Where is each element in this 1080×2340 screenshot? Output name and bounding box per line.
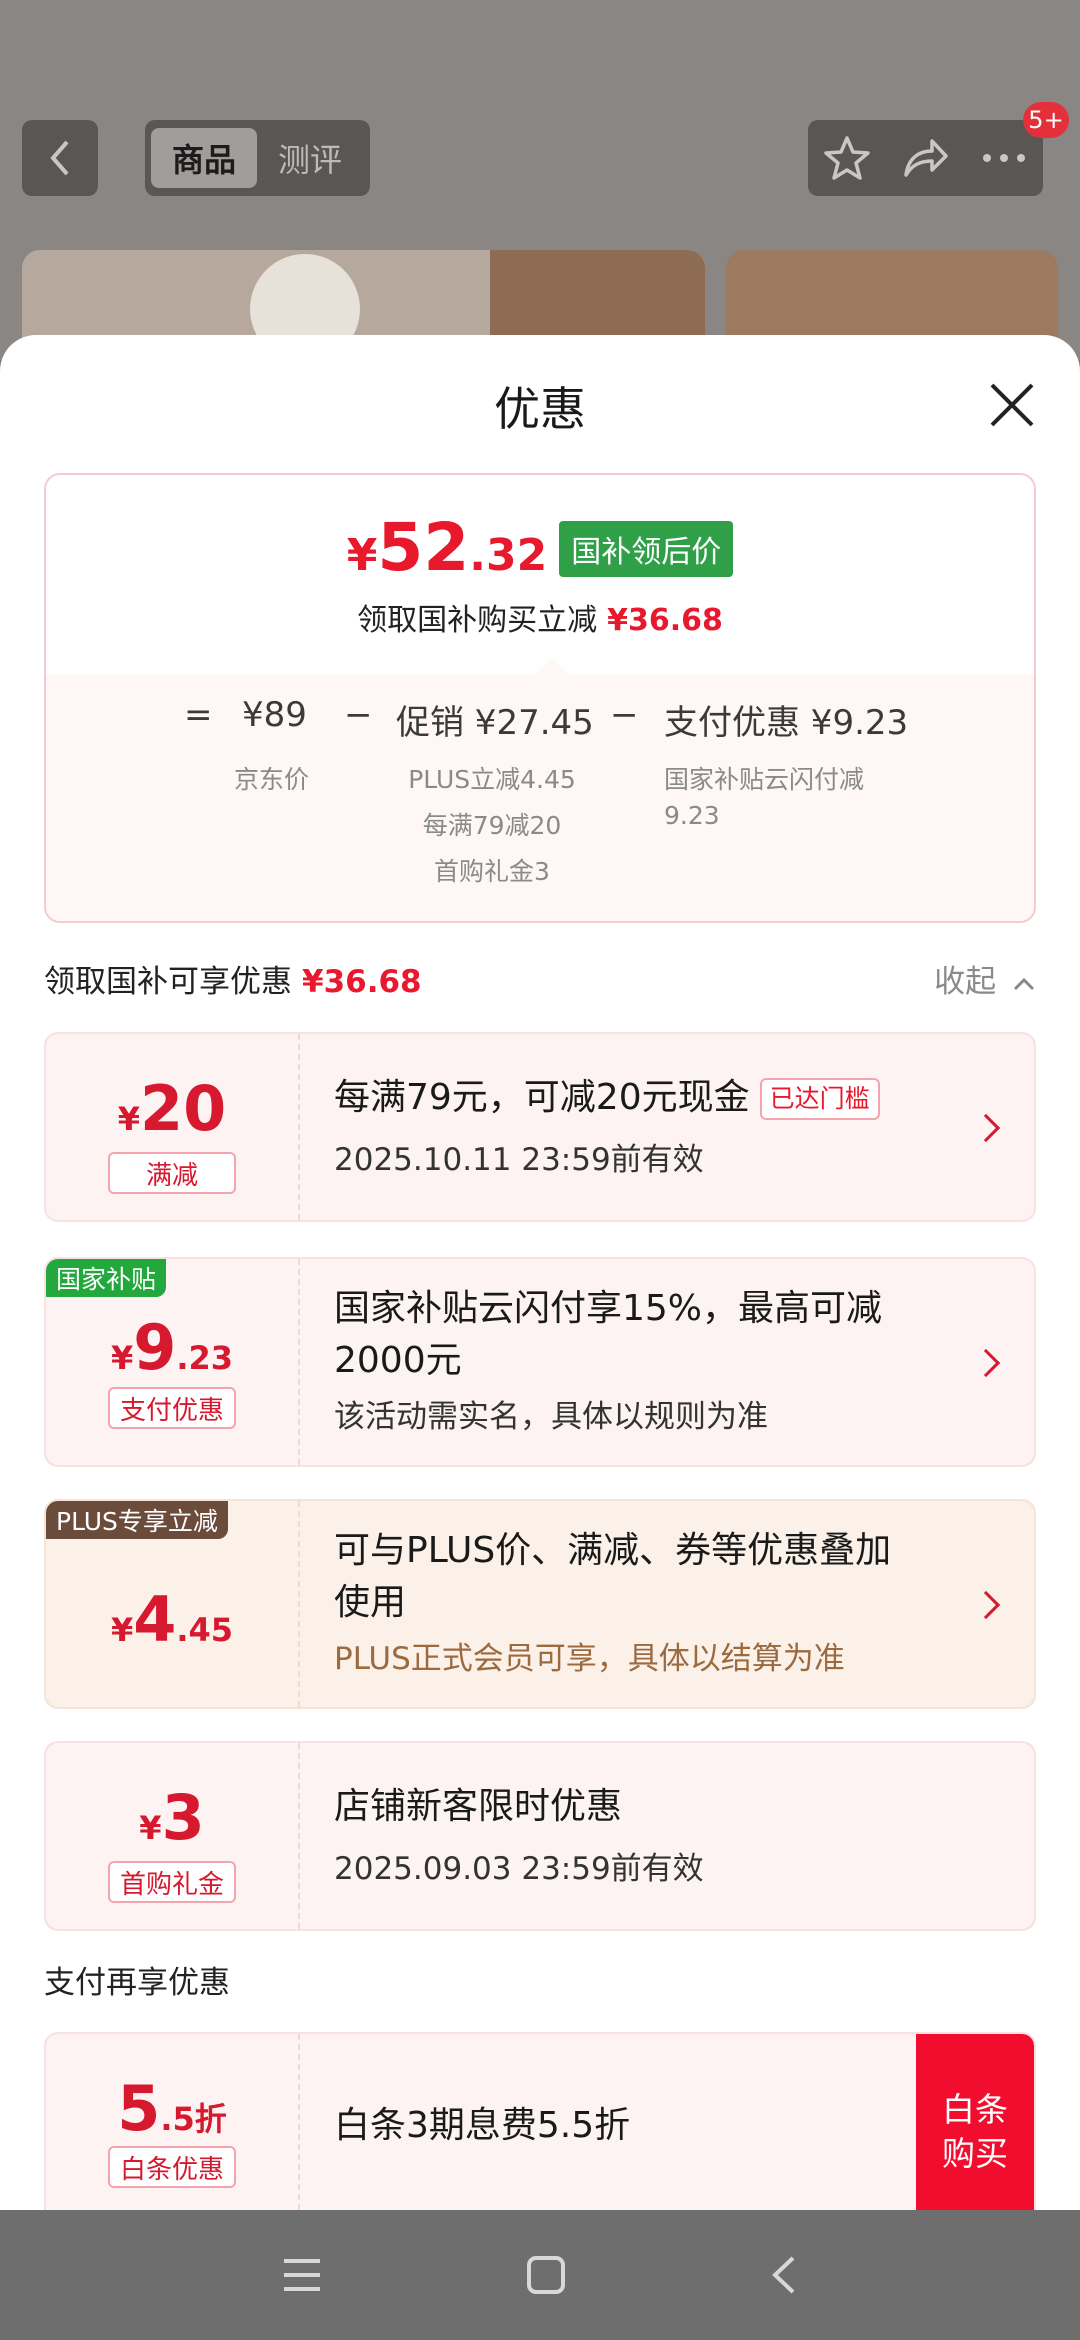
coupon-amount: ¥20: [117, 1072, 227, 1145]
more-icon[interactable]: [979, 148, 1029, 168]
subsidy-savings-line: 领取国补购买立减 ¥36.68: [357, 603, 723, 638]
back-button[interactable]: [22, 120, 98, 196]
subsidy-price-tag: 国补领后价: [559, 521, 734, 577]
national-subsidy-tag: 国家补贴: [46, 1259, 167, 1297]
coupon-title: 白条3期息费5.5折: [334, 2105, 631, 2146]
chevron-right-icon: [971, 1113, 1001, 1143]
coupon-card-national-subsidy[interactable]: 国家补贴 ¥9.23 支付优惠 国家补贴云闪付享15%，最高可减 2000元 该…: [44, 1257, 1036, 1467]
plus-exclusive-tag: PLUS专享立减: [46, 1501, 228, 1539]
coupon-expiry: 2025.09.03 23:59前有效: [334, 1851, 704, 1887]
coupon-note: PLUS正式会员可享，具体以结算为准: [334, 1641, 845, 1677]
coupon-type-tag: 白条优惠: [108, 2146, 236, 2188]
subsidy-section-title: 领取国补可享优惠 ¥36.68: [44, 964, 422, 1000]
message-badge: 5+: [1023, 102, 1069, 138]
coupon-title: 可与PLUS价、满减、券等优惠叠加 使用: [334, 1530, 892, 1623]
coupon-note: 该活动需实名，具体以规则为准: [334, 1399, 768, 1435]
payment-section-title: 支付再享优惠: [44, 1965, 230, 2001]
back-arrow-icon: [50, 140, 69, 176]
collapse-toggle[interactable]: 收起: [934, 956, 1036, 1001]
chevron-up-icon: [1013, 977, 1035, 991]
coupon-type-tag: 首购礼金: [108, 1861, 236, 1903]
coupon-card-baitiao[interactable]: 5.5折 白条优惠 白条3期息费5.5折 白条购买: [44, 2032, 1036, 2210]
star-icon[interactable]: [822, 133, 872, 183]
tab-product[interactable]: 商品: [151, 128, 257, 188]
coupon-amount: ¥3: [139, 1781, 205, 1854]
coupon-amount: ¥4.45: [110, 1583, 234, 1656]
chevron-right-icon: [971, 1590, 1001, 1620]
minus-sign: −: [610, 695, 639, 735]
coupon-title: 店铺新客限时优惠: [334, 1786, 623, 1827]
pay-discount-amount: 支付优惠 ¥9.23: [664, 703, 909, 743]
promo-amount: 促销 ¥27.45: [396, 703, 594, 743]
price-breakdown: = ¥89 − 促销 ¥27.45 − 支付优惠 ¥9.23 京东价 PLUS立…: [46, 658, 1034, 921]
menu-icon[interactable]: [281, 2257, 323, 2293]
promo-notes: PLUS立减4.45 每满79减20 首购礼金3: [408, 765, 576, 886]
coupon-card-first-purchase[interactable]: ¥3 首购礼金 店铺新客限时优惠 2025.09.03 23:59前有效: [44, 1741, 1036, 1931]
back-icon[interactable]: [769, 2254, 799, 2296]
price-summary-card: ¥52.32 国补领后价 领取国补购买立减 ¥36.68 = ¥89 − 促销 ¥…: [44, 473, 1036, 923]
close-icon[interactable]: [982, 375, 1042, 435]
share-icon[interactable]: [900, 133, 950, 183]
minus-sign: −: [344, 695, 373, 735]
final-price: ¥52.32: [346, 509, 548, 586]
system-nav-bar: [0, 2210, 1080, 2340]
coupon-amount: 5.5折: [117, 2072, 227, 2145]
coupon-expiry: 2025.10.11 23:59前有效: [334, 1142, 704, 1178]
coupon-card-full-reduction[interactable]: ¥20 满减 每满79元，可减20元现金 已达门槛 2025.10.11 23:5…: [44, 1032, 1036, 1222]
home-icon[interactable]: [525, 2254, 567, 2296]
coupon-type-tag: 支付优惠: [108, 1387, 236, 1429]
baitiao-buy-button[interactable]: 白条购买: [916, 2034, 1034, 2210]
pay-notes: 国家补贴云闪付减 9.23: [664, 765, 865, 830]
tab-switch: 商品 测评: [145, 120, 370, 196]
coupon-title: 每满79元，可减20元现金 已达门槛: [334, 1072, 880, 1124]
background-page: 商品 测评 5+: [0, 0, 1080, 360]
equals-sign: =: [184, 695, 213, 735]
jd-price-label: 京东价: [234, 765, 310, 794]
top-tools: [808, 120, 1043, 196]
discount-sheet: 优惠 ¥52.32 国补领后价 领取国补购买立减 ¥36.68 = ¥89 − 促…: [0, 335, 1080, 2210]
coupon-amount: ¥9.23: [110, 1311, 234, 1384]
chevron-right-icon: [971, 1348, 1001, 1378]
sheet-title: 优惠: [494, 382, 586, 436]
tab-review[interactable]: 测评: [257, 128, 363, 188]
coupon-card-plus[interactable]: PLUS专享立减 ¥4.45 可与PLUS价、满减、券等优惠叠加 使用 PLUS…: [44, 1499, 1036, 1709]
jd-price: ¥89: [242, 695, 307, 735]
coupon-title: 国家补贴云闪付享15%，最高可减 2000元: [334, 1288, 883, 1381]
coupon-type-tag: 满减: [108, 1152, 236, 1194]
threshold-reached-badge: 已达门槛: [759, 1078, 880, 1120]
